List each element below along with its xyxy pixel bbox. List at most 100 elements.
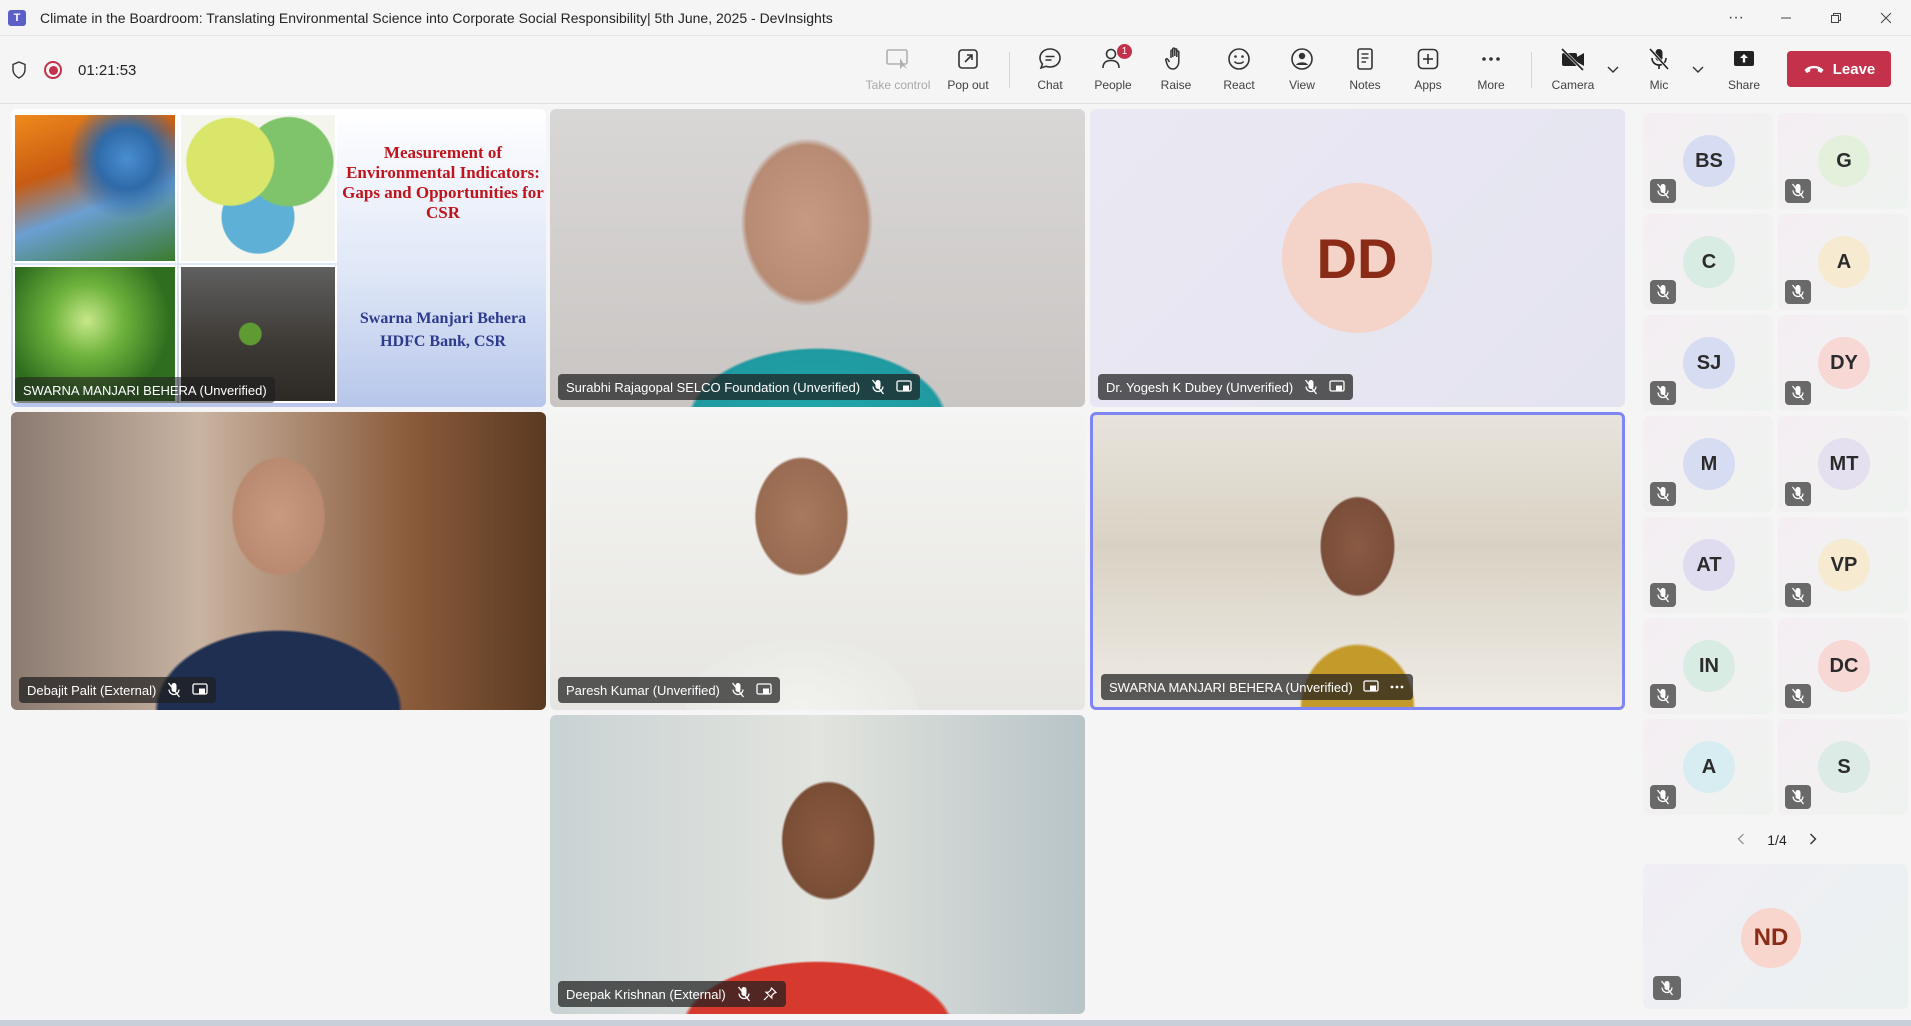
apps-icon [1415,44,1441,74]
toolbar-divider [1531,52,1532,88]
share-button[interactable]: Share [1714,44,1774,98]
mic-button[interactable]: Mic [1629,44,1689,98]
restore-button[interactable] [1811,0,1861,36]
window-title: Climate in the Boardroom: Translating En… [40,9,833,26]
participant-tile[interactable]: A [1778,214,1908,310]
leave-button[interactable]: Leave [1787,51,1891,87]
teams-logo-icon: T [8,9,26,26]
mic-off-icon [1653,976,1681,1000]
notes-icon [1353,44,1377,74]
participant-tile[interactable]: IN [1643,618,1773,714]
screen-share-icon [756,682,772,698]
participant-tile[interactable]: M [1643,416,1773,512]
people-label: People [1094,78,1132,92]
participant-name-chip: SWARNA MANJARI BEHERA (Unverified) [15,377,275,403]
window-bottom-edge [0,1020,1911,1026]
camera-options-chevron-down-icon[interactable] [1605,62,1621,78]
participant-tile[interactable]: A [1643,719,1773,815]
avatar: AT [1683,539,1735,591]
avatar: C [1683,236,1735,288]
mic-off-icon [1646,44,1672,74]
notes-button[interactable]: Notes [1335,44,1395,98]
participant-tile[interactable]: DC [1778,618,1908,714]
pop-out-button[interactable]: Pop out [938,44,998,98]
mic-options-chevron-down-icon[interactable] [1690,62,1706,78]
title-bar: T Climate in the Boardroom: Translating … [0,0,1911,36]
participant-tile[interactable]: SJ [1643,315,1773,411]
participant-tile[interactable]: VP [1778,517,1908,613]
shield-icon[interactable] [10,60,28,80]
more-button[interactable]: More [1461,44,1521,98]
apps-button[interactable]: Apps [1398,44,1458,98]
screen-share-icon [192,682,208,698]
chat-icon [1037,44,1063,74]
mic-off-icon [736,986,752,1002]
participant-tile[interactable]: AT [1643,517,1773,613]
mic-off-icon [870,379,886,395]
avatar: DD [1282,183,1432,333]
pin-icon[interactable] [762,986,778,1002]
chat-button[interactable]: Chat [1020,44,1080,98]
shared-screen-tile[interactable]: Measurement of Environmental Indicators:… [11,109,546,407]
participant-name: Surabhi Rajagopal SELCO Foundation (Unve… [566,379,861,395]
raise-label: Raise [1160,78,1192,92]
participant-tile[interactable]: G [1778,113,1908,209]
participant-name: Paresh Kumar (Unverified) [566,682,720,698]
raise-hand-button[interactable]: Raise [1146,44,1206,98]
mic-off-icon [1303,379,1319,395]
mic-off-icon [1650,482,1676,506]
video-tile-debajit[interactable]: Debajit Palit (External) [11,412,546,710]
video-tile-paresh[interactable]: Paresh Kumar (Unverified) [550,412,1085,710]
react-button[interactable]: React [1209,44,1269,98]
screen-share-icon [1329,379,1345,395]
avatar: BS [1683,135,1735,187]
slide-author: Swarna Manjari Behera HDFC Bank, CSR [333,307,546,353]
video-tile-deepak[interactable]: Deepak Krishnan (External) [550,715,1085,1014]
participant-name-chip: Dr. Yogesh K Dubey (Unverified) [1098,374,1354,400]
camera-button[interactable]: Camera [1543,44,1603,98]
more-options-icon[interactable] [1389,679,1405,695]
participant-tile[interactable]: S [1778,719,1908,815]
ellipsis-icon [1478,44,1504,74]
chevron-left-icon[interactable] [1737,832,1745,848]
take-control-icon [885,44,911,74]
view-label: View [1289,78,1315,92]
participant-tile-nd[interactable]: ND [1643,864,1908,1009]
avatar: IN [1683,640,1735,692]
camera-label: Camera [1551,78,1595,92]
people-icon: 1 [1100,44,1132,74]
minimize-button[interactable] [1761,0,1811,36]
mic-off-icon [1785,179,1811,203]
participant-name: SWARNA MANJARI BEHERA (Unverified) [1109,679,1353,695]
mic-label: Mic [1649,78,1669,92]
video-tile-swarna[interactable]: SWARNA MANJARI BEHERA (Unverified) [1090,412,1625,710]
take-control-button[interactable]: Take control [866,44,930,98]
meeting-toolbar: 01:21:53 Take control Pop out Chat 1 Peo… [0,36,1911,104]
video-tile-surabhi[interactable]: Surabhi Rajagopal SELCO Foundation (Unve… [550,109,1085,407]
mic-off-icon [1650,785,1676,809]
participant-tile[interactable]: C [1643,214,1773,310]
slide-title: Measurement of Environmental Indicators:… [342,143,544,222]
avatar: ND [1741,908,1801,968]
video-tile-yogesh[interactable]: DD Dr. Yogesh K Dubey (Unverified) [1090,109,1625,407]
participant-tile[interactable]: MT [1778,416,1908,512]
notes-label: Notes [1349,78,1381,92]
view-button[interactable]: View [1272,44,1332,98]
camera-off-icon [1559,44,1587,74]
participant-tile[interactable]: DY [1778,315,1908,411]
meeting-timer: 01:21:53 [78,61,137,79]
mic-off-icon [1650,684,1676,708]
close-button[interactable] [1861,0,1911,36]
avatar: DY [1818,337,1870,389]
participant-name-chip: Surabhi Rajagopal SELCO Foundation (Unve… [558,374,921,400]
more-options-icon[interactable]: ··· [1711,0,1761,36]
people-badge: 1 [1117,44,1132,59]
people-button[interactable]: 1 People [1083,44,1143,98]
recording-icon[interactable] [44,61,62,79]
participant-tile[interactable]: BS [1643,113,1773,209]
mic-off-icon [1785,482,1811,506]
chevron-right-icon[interactable] [1809,832,1817,848]
phone-hangup-icon [1804,65,1824,73]
avatar: DC [1818,640,1870,692]
share-label: Share [1727,78,1761,92]
